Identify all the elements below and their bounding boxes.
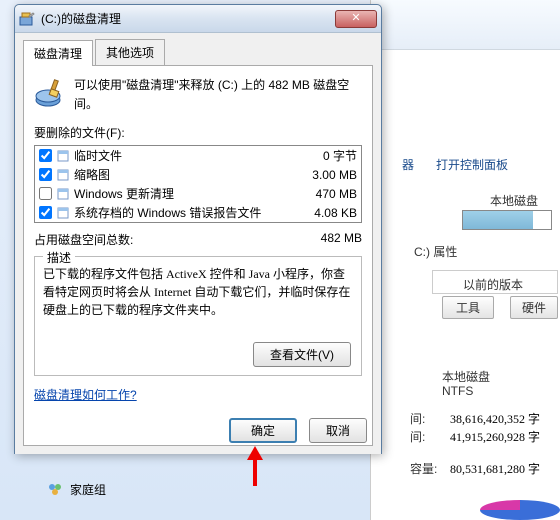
homegroup-icon	[46, 480, 64, 498]
files-list[interactable]: 临时文件0 字节缩略图3.00 MBWindows 更新清理470 MB系统存档…	[34, 145, 362, 223]
close-button[interactable]: ✕	[335, 10, 377, 28]
file-icon	[56, 168, 70, 182]
free-value: 41,915,260,928 字	[450, 428, 540, 445]
file-name: 系统存档的 Windows 错误报告文件	[74, 204, 277, 221]
disk-cleanup-icon	[19, 11, 35, 27]
file-size: 470 MB	[277, 187, 357, 201]
info-text: 可以使用"磁盘清理"来释放 (C:) 上的 482 MB 磁盘空间。	[74, 76, 362, 114]
tab-hardware[interactable]: 硬件	[510, 296, 558, 319]
disk-cleanup-dialog: (C:)的磁盘清理 ✕ 磁盘清理 其他选项 可以使用"磁盘清理"来释放 (C:)…	[14, 4, 382, 454]
file-size: 4.08 KB	[277, 206, 357, 220]
tab-disk-cleanup[interactable]: 磁盘清理	[23, 40, 93, 66]
disk-type: 本地磁盘	[442, 368, 490, 385]
tab-tools[interactable]: 工具	[442, 296, 494, 319]
capacity-value: 80,531,681,280 字	[450, 460, 540, 477]
tab-strip-bg: 以前的版本	[432, 270, 558, 294]
total-value: 482 MB	[321, 231, 362, 248]
used-label: 间:	[410, 410, 425, 427]
filesystem: NTFS	[442, 384, 473, 398]
tab-previous-versions[interactable]: 以前的版本	[463, 276, 523, 293]
file-name: Windows 更新清理	[74, 185, 277, 202]
total-label: 占用磁盘空间总数:	[34, 231, 133, 248]
file-name: 缩略图	[74, 166, 277, 183]
tab-body: 可以使用"磁盘清理"来释放 (C:) 上的 482 MB 磁盘空间。 要删除的文…	[23, 66, 373, 446]
file-row[interactable]: 缩略图3.00 MB	[35, 165, 361, 184]
file-icon	[56, 187, 70, 201]
files-list-label: 要删除的文件(F):	[34, 124, 362, 141]
file-checkbox[interactable]	[39, 168, 52, 181]
description-group: 描述 已下载的程序文件包括 ActiveX 控件和 Java 小程序，你查看特定…	[34, 256, 362, 376]
dialog-title: (C:)的磁盘清理	[41, 10, 121, 27]
tab-strip: 磁盘清理 其他选项	[23, 39, 373, 66]
properties-title: C:) 属性	[414, 243, 457, 260]
help-link[interactable]: 磁盘清理如何工作?	[34, 388, 137, 402]
annotation-arrow	[253, 450, 257, 486]
file-icon	[56, 206, 70, 220]
homegroup-nav[interactable]: 家庭组	[46, 480, 106, 498]
description-text: 已下载的程序文件包括 ActiveX 控件和 Java 小程序，你查看特定网页时…	[43, 265, 353, 319]
group-legend: 描述	[43, 249, 75, 266]
file-row[interactable]: 系统存档的 Windows 错误报告文件4.08 KB	[35, 203, 361, 222]
used-value: 38,616,420,352 字	[450, 410, 540, 427]
toolbar-item[interactable]: 器	[402, 156, 414, 173]
file-row[interactable]: 临时文件0 字节	[35, 146, 361, 165]
open-control-panel[interactable]: 打开控制面板	[436, 156, 508, 173]
cancel-button[interactable]: 取消	[309, 418, 367, 443]
view-files-button[interactable]: 查看文件(V)	[253, 342, 351, 367]
file-size: 3.00 MB	[277, 168, 357, 182]
homegroup-label: 家庭组	[70, 481, 106, 498]
file-checkbox[interactable]	[39, 187, 52, 200]
cleanup-big-icon	[34, 76, 66, 108]
free-label: 间:	[410, 428, 425, 445]
file-checkbox[interactable]	[39, 206, 52, 219]
disk-pie-chart	[480, 500, 560, 520]
tab-other-options[interactable]: 其他选项	[95, 39, 165, 65]
disk-usage-bar	[462, 210, 552, 230]
file-size: 0 字节	[277, 147, 357, 164]
file-name: 临时文件	[74, 147, 277, 164]
capacity-label: 容量:	[410, 460, 437, 477]
file-icon	[56, 149, 70, 163]
file-row[interactable]: Windows 更新清理470 MB	[35, 184, 361, 203]
file-checkbox[interactable]	[39, 149, 52, 162]
titlebar[interactable]: (C:)的磁盘清理 ✕	[15, 5, 381, 33]
